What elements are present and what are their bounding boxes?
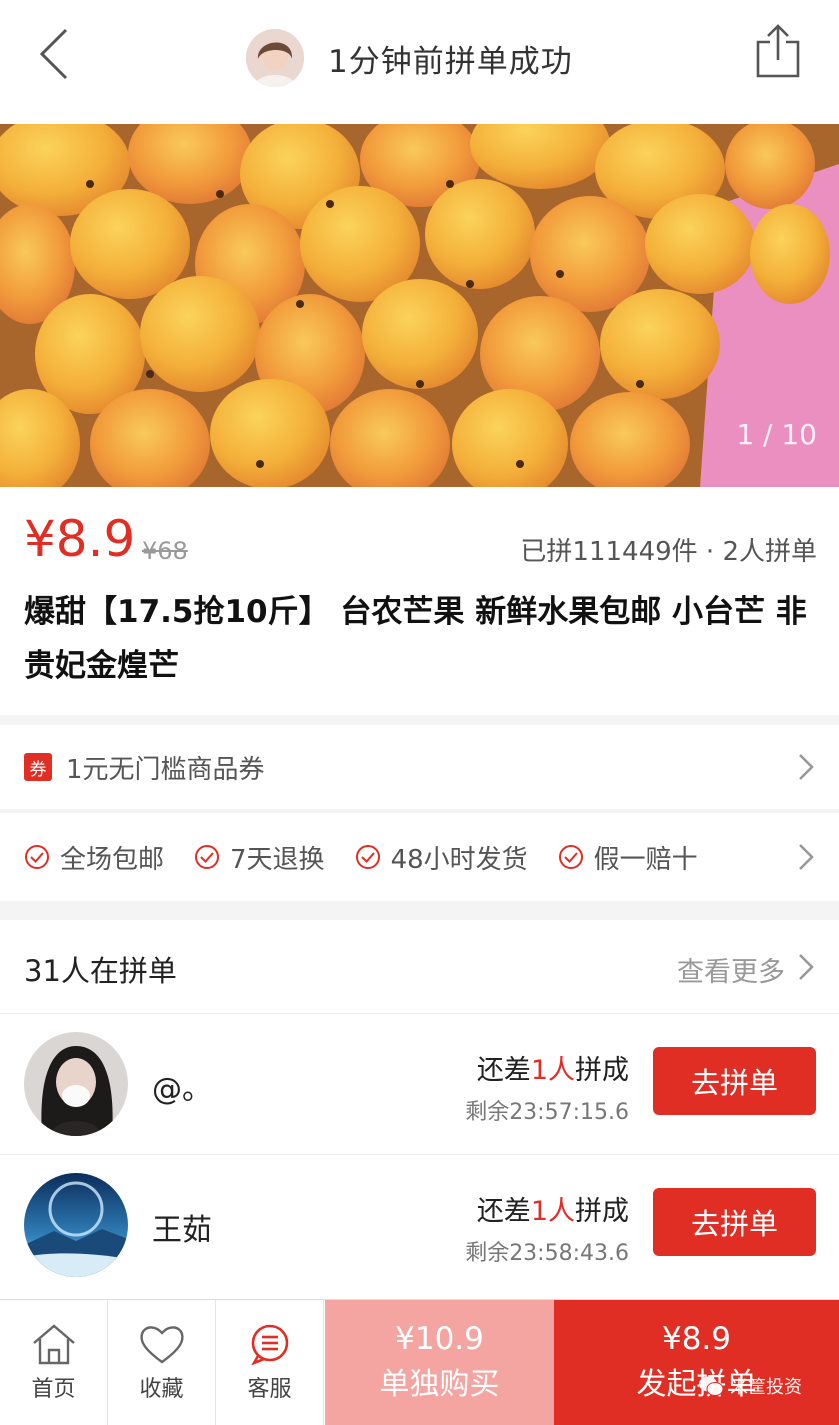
- coupon-tag: 券: [24, 753, 52, 781]
- coupon-row[interactable]: 券 1元无门槛商品券: [0, 725, 839, 809]
- avatar: [24, 1173, 128, 1277]
- need-count: 1人: [530, 1196, 575, 1227]
- share-icon[interactable]: [752, 22, 804, 82]
- buy-alone-label: 单独购买: [379, 1367, 500, 1402]
- need-suffix: 拼成: [575, 1196, 629, 1227]
- need-suffix: 拼成: [575, 1055, 629, 1086]
- check-circle-icon: [355, 845, 380, 869]
- mango-product-photo: [0, 124, 839, 487]
- service-label: 全场包邮: [60, 844, 165, 875]
- remaining-time: 剩余23:58:43.6: [465, 1241, 629, 1266]
- tab-label: 首页: [31, 1377, 76, 1402]
- join-group-button[interactable]: 去拼单: [653, 1188, 816, 1256]
- top-navigation-bar: 1分钟前拼单成功: [0, 0, 839, 124]
- user-name: 王茹: [152, 1213, 212, 1248]
- coupon-text: 1元无门槛商品券: [66, 754, 265, 785]
- check-circle-icon: [25, 845, 49, 869]
- page-title: 1分钟前拼单成功: [328, 43, 573, 80]
- group-buying-section: 31人在拼单 查看更多 @。 还差1人拼成 剩余23:57:15.6 去拼单 王…: [0, 920, 839, 1300]
- start-group-price: ¥8.9: [661, 1321, 732, 1357]
- start-group-button[interactable]: ¥8.9 发起拼单: [554, 1300, 839, 1425]
- need-prefix: 还差: [476, 1196, 531, 1227]
- user-name: @。: [152, 1072, 212, 1107]
- avatar: [24, 1032, 128, 1136]
- home-icon: [32, 1324, 75, 1365]
- watermark: 米筐投资: [698, 1373, 802, 1399]
- group-row: @。 还差1人拼成 剩余23:57:15.6 去拼单: [0, 1014, 839, 1154]
- tab-label: 收藏: [139, 1377, 184, 1402]
- service-guarantees-row[interactable]: 全场包邮 7天退换 48小时发货 假一赔十: [0, 813, 839, 901]
- remaining-time: 剩余23:57:15.6: [465, 1100, 629, 1125]
- service-label: 48小时发货: [390, 844, 528, 875]
- back-arrow-icon[interactable]: [30, 24, 80, 84]
- image-counter: 1 / 10: [736, 418, 817, 451]
- tab-home[interactable]: 首页: [0, 1300, 108, 1425]
- view-more-link[interactable]: 查看更多: [677, 950, 785, 989]
- product-image-carousel[interactable]: 1 / 10: [0, 124, 839, 487]
- buy-alone-button[interactable]: ¥10.9 单独购买: [325, 1300, 554, 1425]
- group-count-title: 31人在拼单: [24, 954, 177, 988]
- original-price: ¥68: [142, 537, 188, 565]
- check-circle-icon: [195, 845, 220, 869]
- service-label: 假一赔十: [593, 844, 698, 875]
- chevron-right-icon: [799, 844, 814, 870]
- need-count: 1人: [530, 1055, 575, 1086]
- check-circle-icon: [558, 845, 583, 869]
- sold-count: 已拼111449件 · 2人拼单: [520, 537, 817, 567]
- chevron-right-icon[interactable]: [797, 952, 815, 982]
- product-info: ¥8.9 ¥68 已拼111449件 · 2人拼单 爆甜【17.5抢10斤】 台…: [0, 487, 839, 715]
- heart-icon: [139, 1326, 184, 1364]
- group-price: ¥8.9: [24, 510, 136, 568]
- service-fake-compensation: 假一赔十: [558, 839, 698, 876]
- bottom-action-bar: 首页 收藏 客服 ¥10.9 单独购买 ¥8.9 发起拼单: [0, 1299, 839, 1425]
- members-needed: 还差1人拼成: [477, 1048, 629, 1087]
- service-label: 7天退换: [230, 844, 325, 875]
- group-row: 王茹 还差1人拼成 剩余23:58:43.6 去拼单: [0, 1154, 839, 1294]
- buyer-avatar: [246, 29, 304, 87]
- product-title: 爆甜【17.5抢10斤】 台农芒果 新鲜水果包邮 小台芒 非贵妃金煌芒: [24, 594, 807, 684]
- tab-label: 客服: [247, 1377, 292, 1402]
- service-7day-return: 7天退换: [194, 839, 325, 876]
- recent-order-notice: 1分钟前拼单成功: [246, 28, 573, 88]
- group-header: 31人在拼单 查看更多: [0, 920, 839, 1014]
- tab-favorite[interactable]: 收藏: [108, 1300, 216, 1425]
- tab-customer-service[interactable]: 客服: [216, 1300, 324, 1425]
- buy-alone-price: ¥10.9: [395, 1321, 484, 1357]
- chat-icon: [250, 1324, 288, 1365]
- wechat-icon: [699, 1376, 724, 1396]
- need-prefix: 还差: [476, 1055, 531, 1086]
- service-free-shipping: 全场包邮: [24, 839, 164, 876]
- chevron-right-icon: [799, 754, 814, 780]
- members-needed: 还差1人拼成: [477, 1189, 629, 1228]
- watermark-text: 米筐投资: [730, 1377, 802, 1398]
- join-group-button[interactable]: 去拼单: [653, 1047, 816, 1115]
- service-48h-shipping: 48小时发货: [355, 839, 528, 876]
